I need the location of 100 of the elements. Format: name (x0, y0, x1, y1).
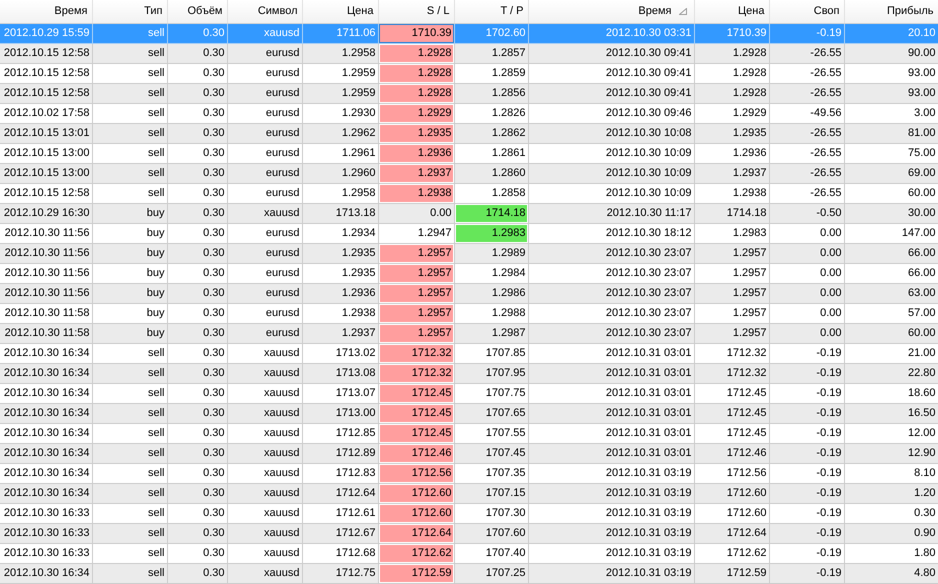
table-cell: 0.30 (167, 183, 227, 203)
table-row[interactable]: 2012.10.30 16:34 sell 0.30 xauusd 1712.64 1712.60 1707.15 2012.10.31 03:19 1712.60 -0.19 1.20 (0, 483, 938, 503)
table-row[interactable]: 2012.10.30 16:34 sell 0.30 xauusd 1712.89 1712.46 1707.45 2012.10.31 03:01 1712.46 -0.19 12.90 (0, 443, 938, 463)
table-cell: 2012.10.30 16:34 (0, 563, 92, 583)
table-cell: xauusd (227, 463, 302, 483)
table-cell: 0.30 (167, 83, 227, 103)
table-cell: buy (92, 223, 167, 243)
table-cell: 1713.00 (302, 403, 378, 423)
table-row[interactable]: 2012.10.30 16:33 sell 0.30 xauusd 1712.61 1712.60 1707.30 2012.10.31 03:19 1712.60 -0.19 0.30 (0, 503, 938, 523)
table-cell: 1.2938 (302, 303, 378, 323)
column-header[interactable]: Время (528, 0, 694, 23)
table-row[interactable]: 2012.10.30 16:33 sell 0.30 xauusd 1712.67 1712.64 1707.60 2012.10.31 03:19 1712.64 -0.19 0.90 (0, 523, 938, 543)
column-header[interactable]: Прибыль (844, 0, 938, 23)
table-cell: 1.2938 (378, 183, 454, 203)
table-cell: 1.2986 (454, 283, 528, 303)
table-cell: 8.10 (844, 463, 938, 483)
table-cell: 1.2947 (378, 223, 454, 243)
table-row[interactable]: 2012.10.30 11:56 buy 0.30 eurusd 1.2936 1.2957 1.2986 2012.10.30 23:07 1.2957 0.00 63.00 (0, 283, 938, 303)
table-cell: 1.2935 (302, 263, 378, 283)
table-cell: 1.2860 (454, 163, 528, 183)
table-cell: 1712.46 (378, 443, 454, 463)
table-row[interactable]: 2012.10.15 12:58 sell 0.30 eurusd 1.2959 1.2928 1.2859 2012.10.30 09:41 1.2928 -26.55 93.00 (0, 63, 938, 83)
table-row[interactable]: 2012.10.30 16:34 sell 0.30 xauusd 1713.02 1712.32 1707.85 2012.10.31 03:01 1712.32 -0.19 21.00 (0, 343, 938, 363)
table-row[interactable]: 2012.10.30 16:34 sell 0.30 xauusd 1712.85 1712.45 1707.55 2012.10.31 03:01 1712.45 -0.19 12.00 (0, 423, 938, 443)
table-cell: 1.2928 (694, 83, 769, 103)
table-cell: sell (92, 523, 167, 543)
table-cell: 1.2957 (694, 283, 769, 303)
table-cell: 2012.10.30 09:46 (528, 103, 694, 123)
table-cell: 0.30 (167, 483, 227, 503)
table-cell: 1.2961 (302, 143, 378, 163)
table-cell: eurusd (227, 63, 302, 83)
table-row[interactable]: 2012.10.30 16:34 sell 0.30 xauusd 1712.75 1712.59 1707.25 2012.10.31 03:19 1712.59 -0.19 4.80 (0, 563, 938, 583)
table-row[interactable]: 2012.10.29 16:30 buy 0.30 xauusd 1713.18 0.00 1714.18 2012.10.30 11:17 1714.18 -0.50 30.00 (0, 203, 938, 223)
table-row[interactable]: 2012.10.30 16:34 sell 0.30 xauusd 1712.83 1712.56 1707.35 2012.10.31 03:19 1712.56 -0.19 8.10 (0, 463, 938, 483)
column-header[interactable]: T / P (454, 0, 528, 23)
column-header[interactable]: Цена (694, 0, 769, 23)
table-cell: 2012.10.30 03:31 (528, 23, 694, 43)
table-cell: 1.2983 (454, 223, 528, 243)
table-cell: 2012.10.15 12:58 (0, 43, 92, 63)
column-header[interactable]: Тип (92, 0, 167, 23)
table-row[interactable]: 2012.10.30 11:56 buy 0.30 eurusd 1.2935 1.2957 1.2989 2012.10.30 23:07 1.2957 0.00 66.00 (0, 243, 938, 263)
table-cell: 1.20 (844, 483, 938, 503)
table-cell: -0.19 (769, 363, 844, 383)
table-cell: 1707.35 (454, 463, 528, 483)
table-cell: xauusd (227, 403, 302, 423)
table-cell: sell (92, 123, 167, 143)
table-row[interactable]: 2012.10.30 16:33 sell 0.30 xauusd 1712.68 1712.62 1707.40 2012.10.31 03:19 1712.62 -0.19 1.80 (0, 543, 938, 563)
table-cell: 2012.10.30 10:09 (528, 143, 694, 163)
column-header[interactable]: S / L (378, 0, 454, 23)
column-header[interactable]: Время (0, 0, 92, 23)
table-cell: eurusd (227, 43, 302, 63)
table-row[interactable]: 2012.10.15 12:58 sell 0.30 eurusd 1.2958 1.2938 1.2858 2012.10.30 10:09 1.2938 -26.55 60.00 (0, 183, 938, 203)
table-cell: 2012.10.30 10:09 (528, 183, 694, 203)
table-cell: sell (92, 503, 167, 523)
table-cell: 2012.10.30 16:34 (0, 443, 92, 463)
table-cell: 0.30 (167, 563, 227, 583)
table-cell: 2012.10.15 12:58 (0, 83, 92, 103)
table-cell: 1712.45 (378, 403, 454, 423)
table-cell: sell (92, 163, 167, 183)
table-cell: 1710.39 (378, 23, 454, 43)
table-row[interactable]: 2012.10.30 16:34 sell 0.30 xauusd 1713.00 1712.45 1707.65 2012.10.31 03:01 1712.45 -0.19 16.50 (0, 403, 938, 423)
table-row[interactable]: 2012.10.30 11:58 buy 0.30 eurusd 1.2938 1.2957 1.2988 2012.10.30 23:07 1.2957 0.00 57.00 (0, 303, 938, 323)
table-cell: 1.2983 (694, 223, 769, 243)
table-row[interactable]: 2012.10.15 13:00 sell 0.30 eurusd 1.2960 1.2937 1.2860 2012.10.30 10:09 1.2937 -26.55 69.00 (0, 163, 938, 183)
table-cell: 1712.64 (378, 523, 454, 543)
table-cell: 1.80 (844, 543, 938, 563)
table-cell: 1707.75 (454, 383, 528, 403)
table-row[interactable]: 2012.10.15 13:01 sell 0.30 eurusd 1.2962 1.2935 1.2862 2012.10.30 10:08 1.2935 -26.55 81.00 (0, 123, 938, 143)
column-header[interactable]: Объём (167, 0, 227, 23)
table-cell: 1.2934 (302, 223, 378, 243)
table-row[interactable]: 2012.10.30 11:56 buy 0.30 eurusd 1.2934 1.2947 1.2983 2012.10.30 18:12 1.2983 0.00 147.00 (0, 223, 938, 243)
table-cell: 1.2929 (694, 103, 769, 123)
table-cell: 1.2957 (378, 263, 454, 283)
table-cell: 0.30 (167, 243, 227, 263)
table-cell: -26.55 (769, 163, 844, 183)
table-cell: 2012.10.30 16:34 (0, 363, 92, 383)
column-header[interactable]: Символ (227, 0, 302, 23)
column-header[interactable]: Своп (769, 0, 844, 23)
table-cell: 1.2935 (302, 243, 378, 263)
table-row[interactable]: 2012.10.15 13:00 sell 0.30 eurusd 1.2961 1.2936 1.2861 2012.10.30 10:09 1.2936 -26.55 75.00 (0, 143, 938, 163)
table-cell: buy (92, 303, 167, 323)
column-header[interactable]: Цена (302, 0, 378, 23)
table-row[interactable]: 2012.10.30 11:58 buy 0.30 eurusd 1.2937 1.2957 1.2987 2012.10.30 23:07 1.2957 0.00 60.00 (0, 323, 938, 343)
table-row[interactable]: 2012.10.30 11:56 buy 0.30 eurusd 1.2935 1.2957 1.2984 2012.10.30 23:07 1.2957 0.00 66.00 (0, 263, 938, 283)
table-row[interactable]: 2012.10.15 12:58 sell 0.30 eurusd 1.2959 1.2928 1.2856 2012.10.30 09:41 1.2928 -26.55 93.00 (0, 83, 938, 103)
table-row[interactable]: 2012.10.30 16:34 sell 0.30 xauusd 1713.08 1712.32 1707.95 2012.10.31 03:01 1712.32 -0.19 22.80 (0, 363, 938, 383)
table-row[interactable]: 2012.10.29 15:59 sell 0.30 xauusd 1711.06 1710.39 1702.60 2012.10.30 03:31 1710.39 -0.19 20.10 (0, 23, 938, 43)
table-cell: eurusd (227, 123, 302, 143)
table-cell: 2012.10.31 03:19 (528, 503, 694, 523)
table-cell: 1712.59 (378, 563, 454, 583)
table-cell: 1.2962 (302, 123, 378, 143)
table-row[interactable]: 2012.10.02 17:58 sell 0.30 eurusd 1.2930 1.2929 1.2826 2012.10.30 09:46 1.2929 -49.56 3.00 (0, 103, 938, 123)
table-cell: 2012.10.30 09:41 (528, 83, 694, 103)
table-row[interactable]: 2012.10.30 16:34 sell 0.30 xauusd 1713.07 1712.45 1707.75 2012.10.31 03:01 1712.45 -0.19 18.60 (0, 383, 938, 403)
table-cell: 3.00 (844, 103, 938, 123)
table-cell: sell (92, 183, 167, 203)
table-row[interactable]: 2012.10.15 12:58 sell 0.30 eurusd 1.2958 1.2928 1.2857 2012.10.30 09:41 1.2928 -26.55 90.00 (0, 43, 938, 63)
table-cell: 1712.61 (302, 503, 378, 523)
table-cell: 2012.10.30 16:34 (0, 483, 92, 503)
table-cell: 20.10 (844, 23, 938, 43)
